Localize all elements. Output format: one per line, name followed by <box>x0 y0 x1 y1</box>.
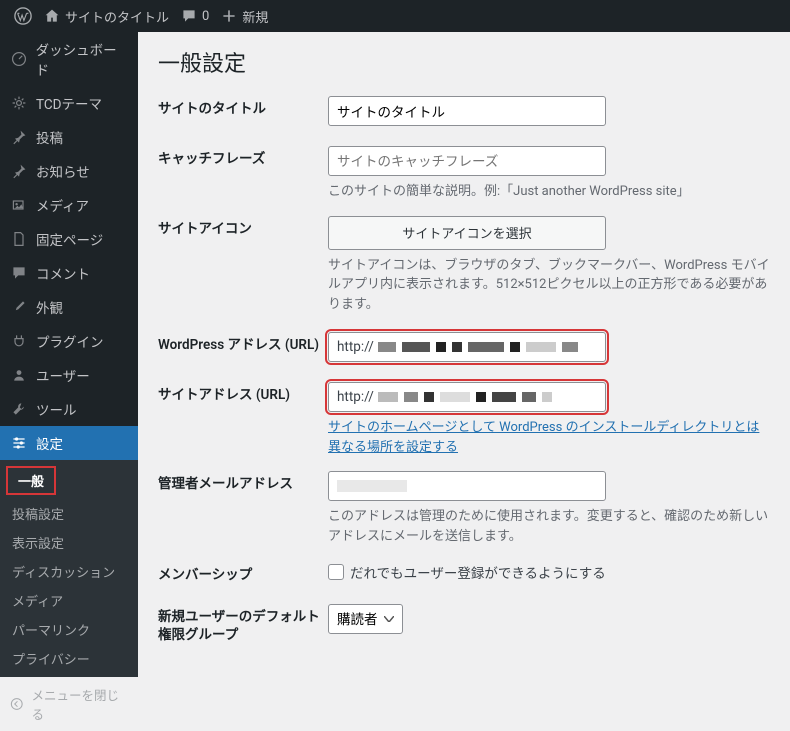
wp-url-prefix: http:// <box>337 339 374 355</box>
collapse-label: メニューを閉じる <box>32 685 129 723</box>
sidebar-item-comments[interactable]: コメント <box>0 256 138 290</box>
wrench-icon <box>10 401 28 417</box>
sidebar-item-news[interactable]: お知らせ <box>0 154 138 188</box>
submenu-item-privacy[interactable]: プライバシー <box>0 644 138 673</box>
settings-submenu: 一般 投稿設定 表示設定 ディスカッション メディア パーマリンク プライバシー <box>0 460 138 677</box>
pin-icon <box>10 163 28 179</box>
comments-count: 0 <box>202 9 209 24</box>
default-role-label: 新規ユーザーのデフォルト権限グループ <box>158 604 328 642</box>
site-icon-label: サイトアイコン <box>158 216 328 238</box>
comment-icon <box>181 8 197 24</box>
sidebar-item-dashboard[interactable]: ダッシュボード <box>0 32 138 86</box>
sidebar-item-media[interactable]: メディア <box>0 188 138 222</box>
site-url-prefix: http:// <box>337 389 374 405</box>
sidebar-item-label: TCDテーマ <box>36 93 102 113</box>
user-icon <box>10 367 28 383</box>
sidebar-item-label: プラグイン <box>36 331 104 351</box>
main-content: 一般設定 サイトのタイトル キャッチフレーズ このサイトの簡単な説明。例:「Ju… <box>138 32 790 642</box>
brush-icon <box>10 299 28 315</box>
new-content-link[interactable]: 新規 <box>215 7 274 26</box>
redacted-text <box>378 337 597 357</box>
admin-email-description: このアドレスは管理のために使用されます。変更すると、確認のため新しいアドレスにメ… <box>328 507 770 546</box>
comment-icon <box>10 265 28 281</box>
new-label: 新規 <box>242 7 268 26</box>
pin-icon <box>10 129 28 145</box>
admin-email-label: 管理者メールアドレス <box>158 471 328 493</box>
sliders-icon <box>10 435 28 451</box>
wp-url-input[interactable]: http:// <box>328 332 606 362</box>
dashboard-icon <box>10 51 28 67</box>
site-url-help-link[interactable]: サイトのホームページとして WordPress のインストールディレクトリとは異… <box>328 420 759 455</box>
membership-checkbox[interactable] <box>328 564 344 580</box>
site-url-input[interactable]: http:// <box>328 382 606 412</box>
admin-top-bar: サイトのタイトル 0 新規 <box>0 0 790 32</box>
default-role-select[interactable]: 購読者 <box>328 604 403 634</box>
site-icon-description: サイトアイコンは、ブラウザのタブ、ブックマークバー、WordPress モバイル… <box>328 256 770 315</box>
wp-url-label: WordPress アドレス (URL) <box>158 332 328 354</box>
submenu-item-writing[interactable]: 投稿設定 <box>0 499 138 528</box>
submenu-item-media[interactable]: メディア <box>0 586 138 615</box>
sidebar-item-label: ツール <box>36 399 77 419</box>
sidebar-item-label: お知らせ <box>36 161 90 181</box>
submenu-item-discussion[interactable]: ディスカッション <box>0 557 138 586</box>
collapse-icon <box>10 697 24 711</box>
sidebar-item-label: ユーザー <box>36 365 90 385</box>
site-title-input[interactable] <box>328 96 606 126</box>
sidebar-item-tcd-theme[interactable]: TCDテーマ <box>0 86 138 120</box>
gear-icon <box>10 95 28 111</box>
tagline-input[interactable] <box>328 146 606 176</box>
membership-checkbox-text: だれでもユーザー登録ができるようにする <box>350 562 606 582</box>
sidebar-item-label: コメント <box>36 263 90 283</box>
sidebar-item-label: 固定ページ <box>36 229 103 249</box>
sidebar-item-label: 投稿 <box>36 127 63 147</box>
sidebar-item-plugins[interactable]: プラグイン <box>0 324 138 358</box>
sidebar-item-label: 外観 <box>36 297 63 317</box>
submenu-item-permalink[interactable]: パーマリンク <box>0 615 138 644</box>
plus-icon <box>221 8 237 24</box>
redacted-text <box>378 387 597 407</box>
comments-link[interactable]: 0 <box>175 8 215 24</box>
page-title: 一般設定 <box>158 46 770 78</box>
plug-icon <box>10 333 28 349</box>
sidebar-item-tools[interactable]: ツール <box>0 392 138 426</box>
sidebar-item-label: ダッシュボード <box>36 39 128 79</box>
tagline-description: このサイトの簡単な説明。例:「Just another WordPress si… <box>328 182 770 202</box>
sidebar-item-posts[interactable]: 投稿 <box>0 120 138 154</box>
membership-label: メンバーシップ <box>158 562 328 584</box>
sidebar-item-users[interactable]: ユーザー <box>0 358 138 392</box>
sidebar-item-label: 設定 <box>36 433 63 453</box>
redacted-text <box>337 480 407 492</box>
media-icon <box>10 197 28 213</box>
tagline-label: キャッチフレーズ <box>158 146 328 168</box>
collapse-menu-button[interactable]: メニューを閉じる <box>0 677 138 731</box>
submenu-item-reading[interactable]: 表示設定 <box>0 528 138 557</box>
submenu-item-general[interactable]: 一般 <box>6 466 56 495</box>
site-home-link[interactable]: サイトのタイトル <box>38 7 175 26</box>
top-bar-site-title: サイトのタイトル <box>65 7 169 26</box>
page-icon <box>10 231 28 247</box>
sidebar-item-pages[interactable]: 固定ページ <box>0 222 138 256</box>
sidebar-item-label: メディア <box>36 195 89 215</box>
membership-checkbox-label[interactable]: だれでもユーザー登録ができるようにする <box>328 562 770 582</box>
site-icon-select-button[interactable]: サイトアイコンを選択 <box>328 216 606 250</box>
sidebar-item-appearance[interactable]: 外観 <box>0 290 138 324</box>
home-icon <box>44 8 60 24</box>
sidebar-item-settings[interactable]: 設定 <box>0 426 138 460</box>
site-title-label: サイトのタイトル <box>158 96 328 118</box>
admin-email-input[interactable] <box>328 471 606 501</box>
wordpress-logo[interactable] <box>8 7 38 25</box>
site-url-label: サイトアドレス (URL) <box>158 382 328 404</box>
admin-sidebar: ダッシュボード TCDテーマ 投稿 お知らせ メディア 固定ページ コメント <box>0 32 138 642</box>
